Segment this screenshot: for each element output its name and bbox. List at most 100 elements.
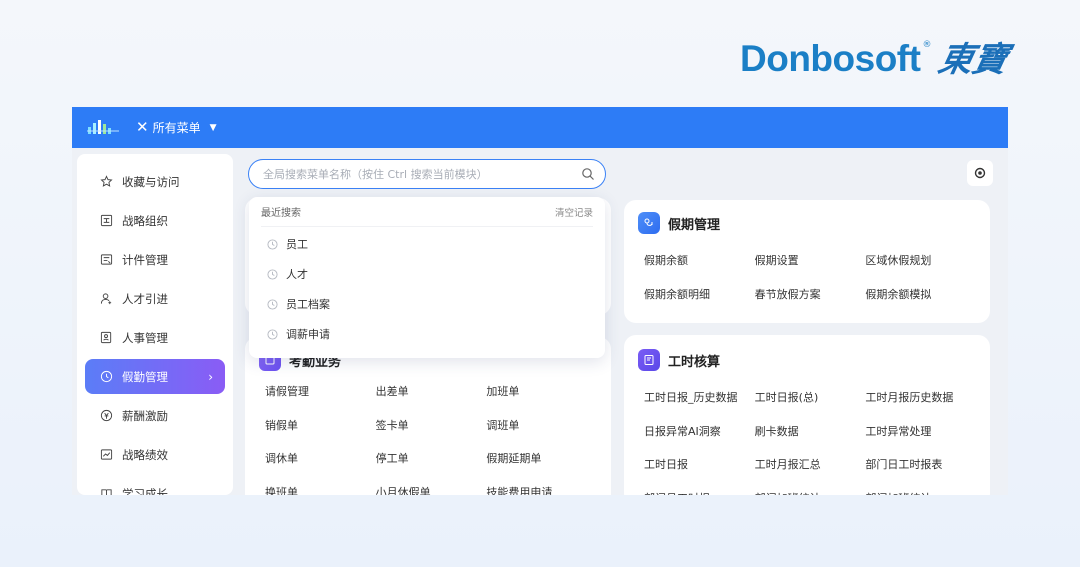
- top-bar: ✕ 所有菜单 ▼: [72, 107, 1008, 148]
- sidebar-item-compensation[interactable]: 薪酬激励: [85, 398, 225, 433]
- sidebar-item-piecework[interactable]: 计件管理: [85, 242, 225, 277]
- card-work-hours: 工时核算 工时日报_历史数据 工时日报(总) 工时月报历史数据 日报异常AI洞察…: [624, 335, 990, 495]
- card-link-grid: 工时日报_历史数据 工时日报(总) 工时月报历史数据 日报异常AI洞察 刷卡数据…: [638, 381, 976, 495]
- sidebar-item-label: 战略绩效: [122, 447, 168, 462]
- menu-link[interactable]: 请假管理: [265, 375, 376, 409]
- card-link-grid: 假期余额 假期设置 区域休假规划 假期余额明细 春节放假方案 假期余额模拟: [638, 244, 976, 311]
- sidebar-item-label: 计件管理: [122, 252, 168, 267]
- history-clock-icon: [267, 268, 278, 280]
- menu-link[interactable]: 工时月报历史数据: [865, 381, 976, 415]
- piecework-icon: [99, 253, 113, 267]
- sidebar-item-label: 人才引进: [122, 291, 168, 306]
- sidebar-item-favorites[interactable]: 收藏与访问: [85, 164, 225, 199]
- chevron-right-icon: ›: [208, 369, 213, 384]
- recent-search-text: 员工档案: [286, 298, 330, 311]
- sidebar-item-attendance[interactable]: 假勤管理 ›: [85, 359, 225, 394]
- brand-logo: Donbosoft ® 東寶: [740, 36, 1012, 86]
- menu-link[interactable]: 小月休假单: [376, 476, 487, 496]
- sidebar-item-performance[interactable]: 战略绩效: [85, 437, 225, 472]
- all-menus-label: 所有菜单: [152, 121, 201, 135]
- card-header: 假期管理: [638, 210, 976, 236]
- money-icon: [99, 409, 113, 423]
- menu-link[interactable]: 工时日报: [644, 448, 755, 482]
- leave-card-icon: [638, 212, 660, 234]
- menu-link[interactable]: 调班单: [486, 409, 597, 443]
- menu-link[interactable]: 签卡单: [376, 409, 487, 443]
- card-link-grid: 请假管理 出差单 加班单 销假单 签卡单 调班单 调休单 停工单 假期延期单 换…: [259, 375, 597, 495]
- menu-link[interactable]: 工时异常处理: [865, 415, 976, 449]
- app-logo-icon[interactable]: [86, 118, 120, 138]
- menu-link[interactable]: 出差单: [376, 375, 487, 409]
- recent-search-text: 人才: [286, 268, 308, 281]
- menu-link[interactable]: 调休单: [265, 442, 376, 476]
- clock-icon: [99, 370, 113, 384]
- recent-search-title: 最近搜索: [261, 208, 301, 219]
- user-add-icon: [99, 292, 113, 306]
- personnel-file-icon: [99, 331, 113, 345]
- brand-name: Donbosoft: [740, 38, 921, 79]
- org-chart-icon: [99, 214, 113, 228]
- caret-down-icon: ▼: [209, 122, 217, 133]
- menu-link[interactable]: 技能费用申请: [486, 476, 597, 496]
- settings-button[interactable]: [967, 160, 993, 186]
- sidebar-item-label: 假勤管理: [122, 369, 168, 384]
- sidebar-item-label: 收藏与访问: [122, 174, 180, 189]
- dropdown-header: 最近搜索 清空记录: [261, 197, 593, 227]
- menu-link[interactable]: 假期余额: [644, 244, 755, 278]
- close-icon[interactable]: ✕: [136, 120, 149, 135]
- menu-link[interactable]: 销假单: [265, 409, 376, 443]
- recent-search-list: 员工 人才 员工档案 调薪申请: [261, 227, 593, 349]
- menu-link[interactable]: 换班单: [265, 476, 376, 496]
- sidebar-item-label: 战略组织: [122, 213, 168, 228]
- settings-gear-icon: [974, 167, 986, 179]
- global-search[interactable]: [248, 159, 606, 189]
- sidebar: 收藏与访问 战略组织 计件管理 人才引进 人事管理 假勤管理 › 薪酬激励 战略…: [77, 154, 233, 495]
- menu-link[interactable]: 加班单: [486, 375, 597, 409]
- sidebar-item-talent[interactable]: 人才引进: [85, 281, 225, 316]
- menu-link[interactable]: 区域休假规划: [865, 244, 976, 278]
- menu-link[interactable]: 刷卡数据: [755, 415, 866, 449]
- brand-chinese-name: 東寶: [935, 40, 1012, 80]
- sidebar-item-label: 薪酬激励: [122, 408, 168, 423]
- menu-link[interactable]: 春节放假方案: [755, 278, 866, 312]
- trend-chart-icon: [99, 448, 113, 462]
- menu-link[interactable]: 假期余额明细: [644, 278, 755, 312]
- star-icon: [99, 175, 113, 189]
- recent-search-text: 员工: [286, 238, 308, 251]
- history-clock-icon: [267, 298, 278, 310]
- sidebar-item-personnel[interactable]: 人事管理: [85, 320, 225, 355]
- menu-link[interactable]: 部门加班统计: [865, 482, 976, 496]
- recent-search-item[interactable]: 员工: [261, 229, 593, 259]
- menu-link[interactable]: 部门加班统计: [755, 482, 866, 496]
- clear-history-button[interactable]: 清空记录: [555, 205, 593, 219]
- recent-search-dropdown: 最近搜索 清空记录 员工 人才 员工档案 调薪申请: [249, 197, 605, 358]
- menu-link[interactable]: 工时月报汇总: [755, 448, 866, 482]
- history-clock-icon: [267, 238, 278, 250]
- menu-link[interactable]: 假期余额模拟: [865, 278, 976, 312]
- card-attendance-business: 考勤业务 请假管理 出差单 加班单 销假单 签卡单 调班单 调休单 停工单 假期…: [245, 337, 611, 495]
- menu-link[interactable]: 假期延期单: [486, 442, 597, 476]
- menu-link[interactable]: 工时日报_历史数据: [644, 381, 755, 415]
- app-window: ✕ 所有菜单 ▼ 收藏与访问 战略组织 计件管理 人才引进 人事管理 假勤管理 …: [72, 107, 1008, 495]
- card-leave-management: 假期管理 假期余额 假期设置 区域休假规划 假期余额明细 春节放假方案 假期余额…: [624, 200, 990, 323]
- menu-link[interactable]: 工时日报(总): [755, 381, 866, 415]
- history-clock-icon: [267, 328, 278, 340]
- menu-link[interactable]: 部门日工时报表: [865, 448, 976, 482]
- sidebar-item-learning[interactable]: 学习成长: [85, 476, 225, 495]
- card-title: 工时核算: [668, 354, 721, 370]
- menu-link[interactable]: 部门月工时报: [644, 482, 755, 496]
- book-icon: [99, 487, 113, 495]
- card-title: 假期管理: [668, 217, 721, 233]
- recent-search-item[interactable]: 员工档案: [261, 289, 593, 319]
- menu-link[interactable]: 停工单: [376, 442, 487, 476]
- recent-search-item[interactable]: 调薪申请: [261, 319, 593, 349]
- search-icon[interactable]: [581, 167, 595, 181]
- sidebar-item-strategy-org[interactable]: 战略组织: [85, 203, 225, 238]
- search-input[interactable]: [263, 167, 581, 181]
- sidebar-item-label: 人事管理: [122, 330, 168, 345]
- work-hours-card-icon: [638, 349, 660, 371]
- menu-link[interactable]: 假期设置: [755, 244, 866, 278]
- all-menus-toggle[interactable]: ✕ 所有菜单 ▼: [136, 119, 217, 136]
- menu-link[interactable]: 日报异常AI洞察: [644, 415, 755, 449]
- recent-search-item[interactable]: 人才: [261, 259, 593, 289]
